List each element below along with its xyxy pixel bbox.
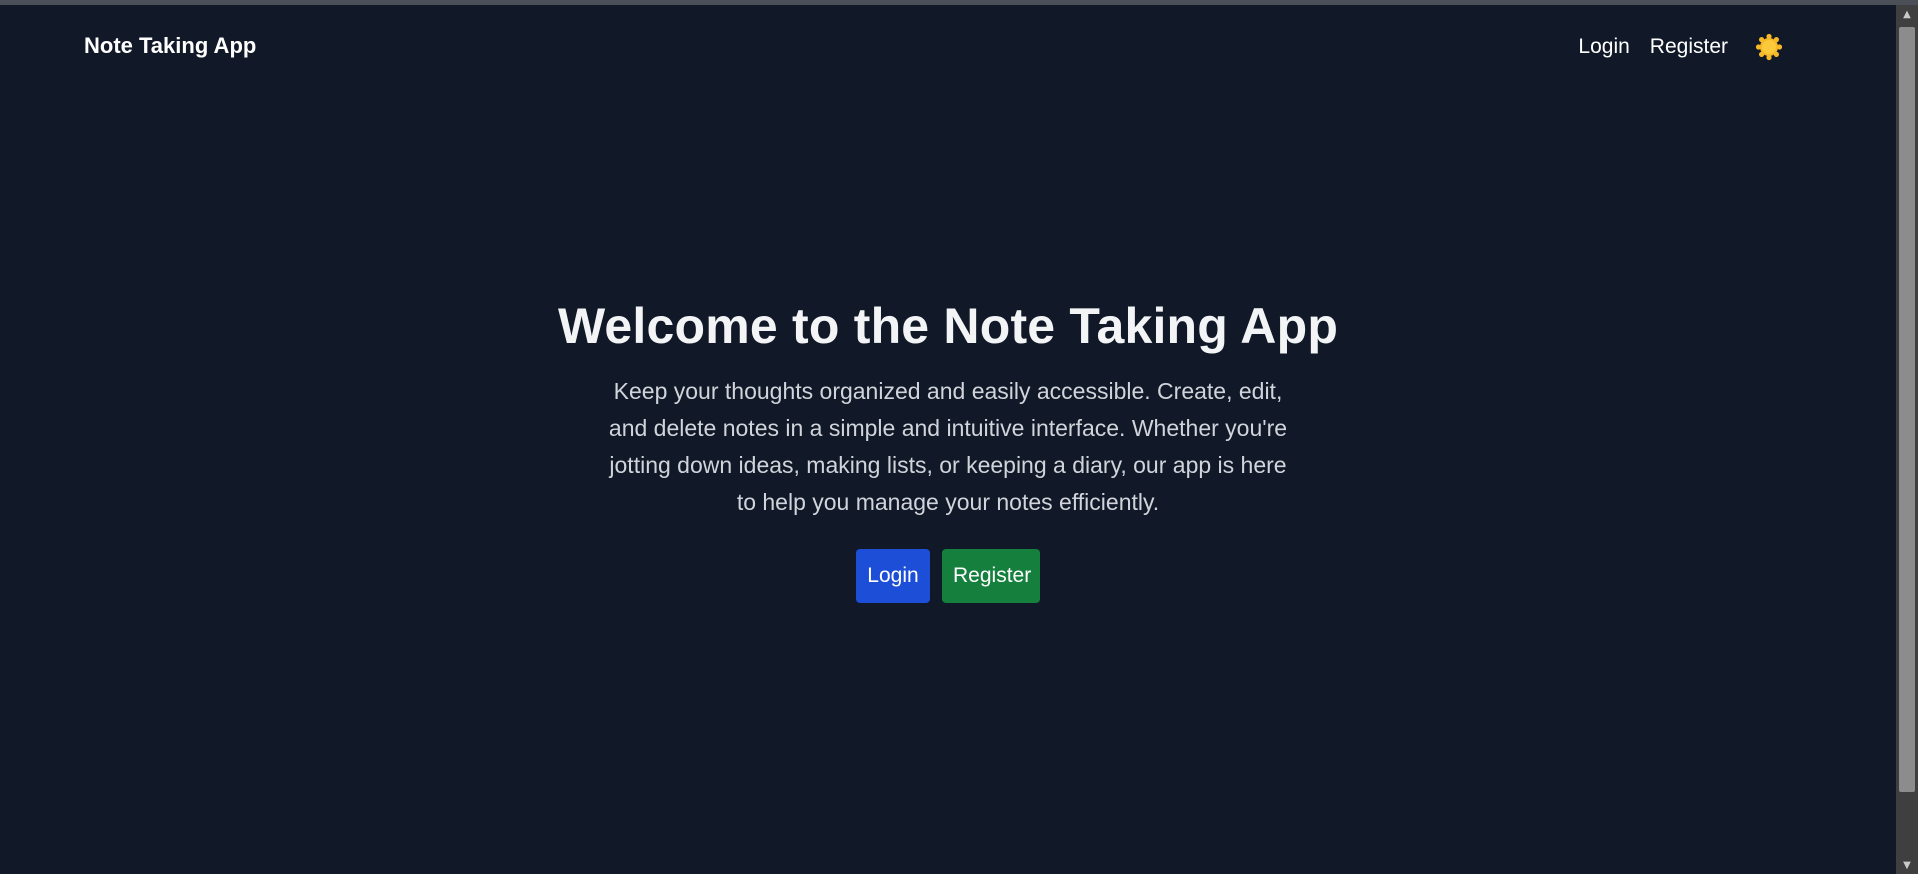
navbar: Note Taking App Login Register	[0, 5, 1896, 87]
sun-icon	[1755, 33, 1783, 61]
nav-register-link[interactable]: Register	[1650, 34, 1728, 60]
hero-description: Keep your thoughts organized and easily …	[608, 377, 1288, 515]
theme-toggle-button[interactable]	[1754, 32, 1784, 62]
nav-links: Login Register	[1558, 32, 1784, 62]
page-viewport: Welcome to the Note Taking App Keep your…	[0, 5, 1896, 874]
scroll-up-arrow-icon[interactable]: ▲	[1896, 5, 1918, 23]
scrollbar-thumb[interactable]	[1899, 27, 1915, 792]
hero-buttons: Login Register	[856, 548, 1040, 603]
vertical-scrollbar[interactable]: ▲ ▼	[1896, 5, 1918, 874]
hero-login-button[interactable]: Login	[856, 548, 930, 603]
scroll-down-arrow-icon[interactable]: ▼	[1896, 856, 1918, 874]
hero-section: Welcome to the Note Taking App Keep your…	[0, 5, 1896, 874]
hero-register-button[interactable]: Register	[942, 548, 1040, 603]
hero-title: Welcome to the Note Taking App	[557, 297, 1339, 354]
brand-logo[interactable]: Note Taking App	[84, 33, 256, 59]
nav-login-link[interactable]: Login	[1578, 34, 1629, 60]
